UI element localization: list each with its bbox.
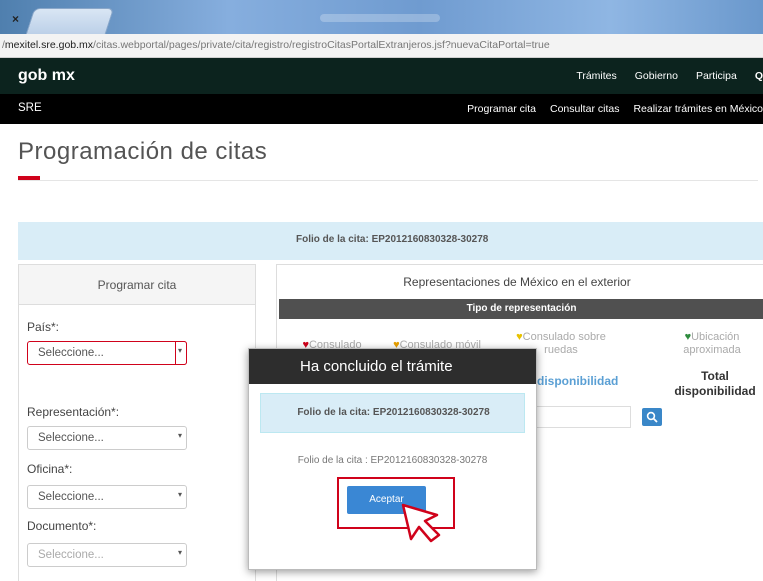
folio-banner: Folio de la cita: EP2012160830328-30278 bbox=[18, 222, 763, 260]
documento-select[interactable]: Seleccione... ▾ bbox=[27, 543, 187, 567]
sre-nav-links: Programar cita Consultar citas Realizar … bbox=[467, 103, 763, 115]
legend-ubicacion: ♥Ubicación aproximada bbox=[662, 331, 762, 357]
representaciones-title: Representaciones de México en el exterio… bbox=[403, 275, 631, 289]
programar-cita-panel: Programar cita País*: Seleccione... ▾ Re… bbox=[18, 264, 256, 581]
gob-navbar: gob mx Trámites Gobierno Participa Q bbox=[0, 58, 763, 94]
nav-link-participa[interactable]: Participa bbox=[696, 70, 737, 82]
browser-tab-bar: × bbox=[0, 0, 763, 34]
modal-title: Ha concluido el trámite bbox=[300, 358, 453, 375]
representacion-label: Representación*: bbox=[27, 405, 120, 419]
legend-label: Ubicación aproximada bbox=[683, 331, 741, 356]
tipo-representacion-title: Tipo de representación bbox=[466, 303, 577, 314]
browser-tab[interactable] bbox=[25, 8, 115, 34]
cursor-pointer-icon bbox=[401, 503, 441, 543]
nav-link-consultar-citas[interactable]: Consultar citas bbox=[550, 103, 619, 115]
search-icon[interactable]: Q bbox=[755, 70, 763, 82]
col-disponibilidad: disponibilidad bbox=[537, 374, 619, 388]
panel-header-title: Programar cita bbox=[97, 278, 177, 292]
representacion-select[interactable]: Seleccione... ▾ bbox=[27, 426, 187, 450]
tab-close-icon[interactable]: × bbox=[12, 13, 24, 25]
url-domain: mexitel.sre.gob.mx bbox=[4, 39, 94, 51]
modal-folio-text: Folio de la cita : EP2012160830328-30278 bbox=[297, 455, 488, 466]
url-path: /citas.webportal/pages/private/cita/regi… bbox=[93, 39, 550, 51]
pais-select[interactable]: Seleccione... ▾ bbox=[27, 341, 187, 365]
title-accent bbox=[18, 176, 40, 180]
address-bar[interactable]: /mexitel.sre.gob.mx/citas.webportal/page… bbox=[0, 34, 763, 58]
window-title-blur bbox=[320, 14, 440, 22]
page-title: Programación de citas bbox=[18, 138, 268, 165]
modal-alert-text: Folio de la cita: EP2012160830328-30278 bbox=[297, 407, 490, 418]
tipo-representacion-bar: Tipo de representación bbox=[279, 299, 763, 319]
chevron-down-icon: ▾ bbox=[177, 431, 182, 440]
url-text[interactable]: /mexitel.sre.gob.mx/citas.webportal/page… bbox=[2, 39, 550, 51]
chevron-down-icon: ▾ bbox=[177, 490, 182, 499]
sre-title[interactable]: SRE bbox=[18, 102, 42, 114]
folio-banner-text: Folio de la cita: EP2012160830328-30278 bbox=[296, 234, 489, 245]
search-icon bbox=[646, 411, 658, 423]
chevron-down-icon: ▾ bbox=[177, 346, 182, 355]
representaciones-header: Representaciones de México en el exterio… bbox=[277, 265, 763, 297]
oficina-select-value: Seleccione... bbox=[38, 491, 104, 503]
panel-header: Programar cita bbox=[19, 265, 255, 305]
chevron-down-icon: ▾ bbox=[177, 548, 182, 557]
oficina-label: Oficina*: bbox=[27, 462, 73, 476]
oficina-select[interactable]: Seleccione... ▾ bbox=[27, 485, 187, 509]
nav-link-programar-cita[interactable]: Programar cita bbox=[467, 103, 536, 115]
gob-logo[interactable]: gob mx bbox=[18, 67, 75, 85]
sre-navbar: SRE Programar cita Consultar citas Reali… bbox=[0, 94, 763, 124]
representacion-select-value: Seleccione... bbox=[38, 432, 104, 444]
documento-select-value: Seleccione... bbox=[38, 549, 104, 561]
confirmation-modal: Ha concluido el trámite Folio de la cita… bbox=[248, 348, 537, 570]
documento-label: Documento*: bbox=[27, 519, 97, 533]
nav-link-tramites[interactable]: Trámites bbox=[576, 70, 616, 82]
nav-link-realizar-tramites[interactable]: Realizar trámites en México bbox=[633, 103, 763, 115]
pais-label: País*: bbox=[27, 320, 60, 334]
modal-folio-alert: Folio de la cita: EP2012160830328-30278 bbox=[260, 393, 525, 433]
pais-select-value: Seleccione... bbox=[38, 347, 104, 359]
gob-nav-links: Trámites Gobierno Participa Q bbox=[576, 70, 763, 82]
search-button[interactable] bbox=[642, 408, 662, 426]
nav-link-gobierno[interactable]: Gobierno bbox=[635, 70, 678, 82]
title-divider bbox=[18, 180, 758, 181]
col-total-disponibilidad: Total disponibilidad bbox=[674, 369, 756, 398]
modal-header: Ha concluido el trámite bbox=[249, 349, 536, 384]
